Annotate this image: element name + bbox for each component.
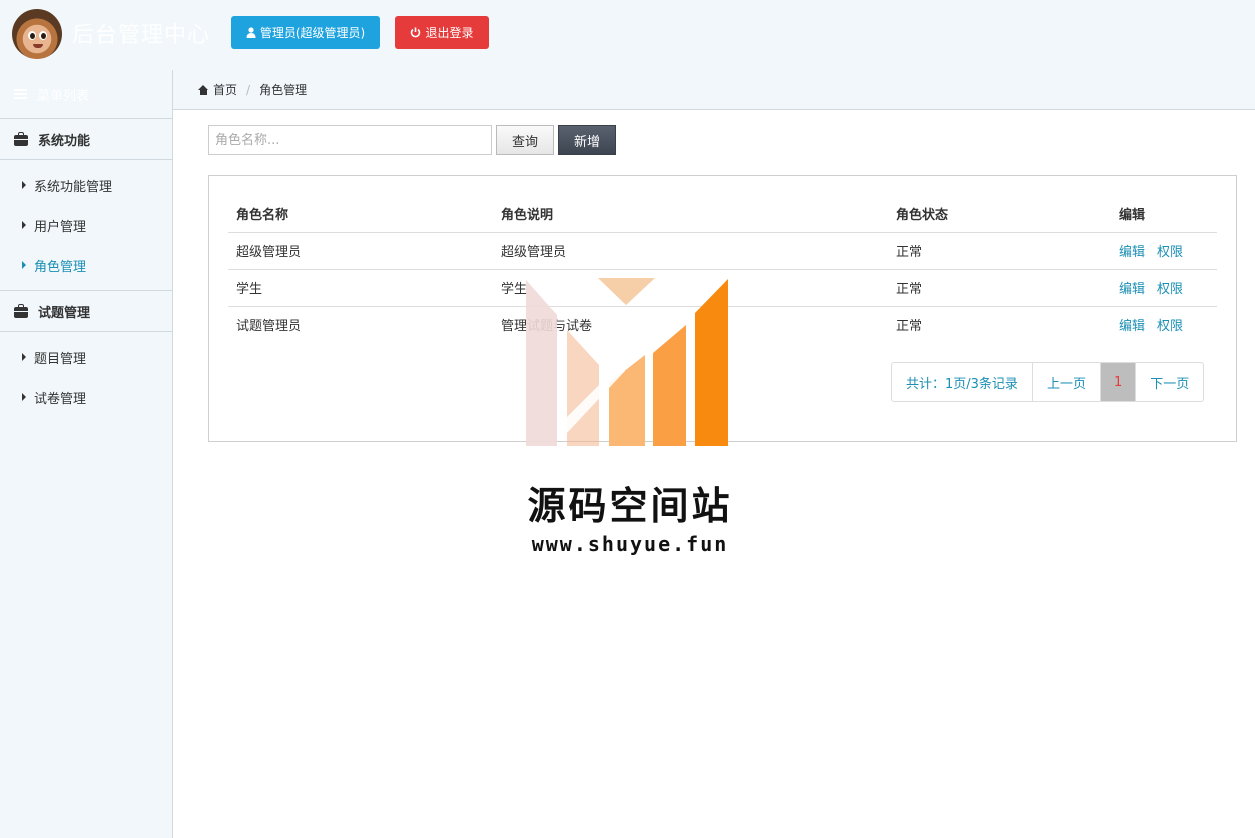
column-header: 编辑 [1111,195,1217,233]
table-row: 学生 学生 正常 编辑 权限 [228,269,1217,307]
edit-link[interactable]: 编辑 [1119,282,1145,297]
breadcrumb-home[interactable]: 首页 [213,81,237,98]
logout-label: 退出登录 [425,26,474,40]
column-header: 角色名称 [228,195,493,233]
query-button[interactable]: 查询 [496,125,554,155]
watermark-title: 源码空间站 [527,484,733,528]
permission-link[interactable]: 权限 [1157,319,1183,334]
role-desc-cell: 管理试题与试卷 [501,319,593,335]
role-desc-cell: 学生 [493,269,888,307]
menu-toggle[interactable]: 菜单列表 [0,70,172,119]
caret-right-icon [22,221,26,229]
watermark-url: www.shuyue.fun [531,532,729,556]
role-actions-cell: 编辑 权限 [1111,269,1217,307]
column-header: 角色说明 [493,195,888,233]
roles-table: 角色名称 角色说明 角色状态 编辑 超级管理员 超级管理员 正常 编辑 权限 学生… [228,195,1217,343]
current-page[interactable]: 1 [1100,363,1137,401]
caret-right-icon [22,181,26,189]
toolbar: 查询 新增 [208,125,616,155]
column-header: 角色状态 [888,195,1111,233]
role-status-cell: 正常 [896,319,923,335]
sidebar-item-label: 用户管理 [34,219,87,235]
app-title: 后台管理中心 [72,23,211,48]
menu-toggle-label: 菜单列表 [37,88,90,104]
table-header-row: 角色名称 角色说明 角色状态 编辑 [228,195,1217,233]
sidebar-item-users[interactable]: 用户管理 [0,205,172,245]
sidebar-item-system-functions[interactable]: 系统功能管理 [0,165,172,205]
admin-user-label: 管理员(超级管理员) [259,26,366,40]
table-row: 试题管理员 管理试题与试卷 正常 编辑 权限 [228,306,1217,343]
caret-right-icon [22,393,26,401]
role-status-cell: 正常 [888,269,1111,307]
breadcrumb: 首页 / 角色管理 [173,70,1255,110]
avatar [12,9,62,59]
power-icon [411,27,421,38]
role-name-cell: 试题管理员 [236,319,302,335]
sidebar-item-label: 试卷管理 [34,391,87,407]
add-button[interactable]: 新增 [558,125,616,155]
role-name-search-input[interactable] [208,125,492,155]
sidebar-group-exam[interactable]: 试题管理 [0,291,172,332]
breadcrumb-separator: / [246,82,251,97]
sidebar-item-label: 题目管理 [34,351,87,367]
home-icon [198,84,209,95]
briefcase-icon [14,131,28,146]
sidebar-item-label: 角色管理 [34,259,87,275]
role-actions-cell: 编辑 权限 [1111,232,1217,270]
role-actions-cell: 编辑 权限 [1111,306,1217,343]
caret-right-icon [22,261,26,269]
sidebar-item-questions[interactable]: 题目管理 [0,337,172,377]
role-status-cell: 正常 [888,232,1111,270]
briefcase-icon [14,303,28,318]
sidebar-item-label: 系统功能管理 [34,179,113,195]
admin-user-button[interactable]: 管理员(超级管理员) [231,16,380,49]
edit-link[interactable]: 编辑 [1119,319,1145,334]
permission-link[interactable]: 权限 [1157,282,1183,297]
role-desc-cell: 超级管理员 [493,232,888,270]
logout-button[interactable]: 退出登录 [395,16,489,49]
menu-icon [14,89,27,99]
prev-page-button[interactable]: 上一页 [1033,363,1101,401]
caret-right-icon [22,353,26,361]
sidebar-item-roles[interactable]: 角色管理 [0,245,172,285]
sidebar-group-label: 试题管理 [38,305,91,321]
edit-link[interactable]: 编辑 [1119,245,1145,260]
sidebar: 菜单列表 系统功能 系统功能管理 用户管理 角色管理 试题管理 题目管理 试卷管… [0,70,173,838]
next-page-button[interactable]: 下一页 [1136,363,1203,401]
top-header: 后台管理中心 管理员(超级管理员) 退出登录 [0,0,1255,70]
roles-panel: 角色名称 角色说明 角色状态 编辑 超级管理员 超级管理员 正常 编辑 权限 学生… [208,175,1237,442]
table-row: 超级管理员 超级管理员 正常 编辑 权限 [228,232,1217,270]
pagination-summary: 共计：1页/3条记录 [892,363,1033,401]
permission-link[interactable]: 权限 [1157,245,1183,260]
sidebar-group-system[interactable]: 系统功能 [0,119,172,160]
sidebar-item-papers[interactable]: 试卷管理 [0,377,172,417]
role-name-cell: 超级管理员 [228,232,493,270]
sidebar-group-label: 系统功能 [38,133,91,149]
user-icon [246,27,256,38]
pagination: 共计：1页/3条记录 上一页 1 下一页 [891,362,1205,402]
breadcrumb-current: 角色管理 [259,83,308,97]
role-name-cell: 学生 [228,269,493,307]
